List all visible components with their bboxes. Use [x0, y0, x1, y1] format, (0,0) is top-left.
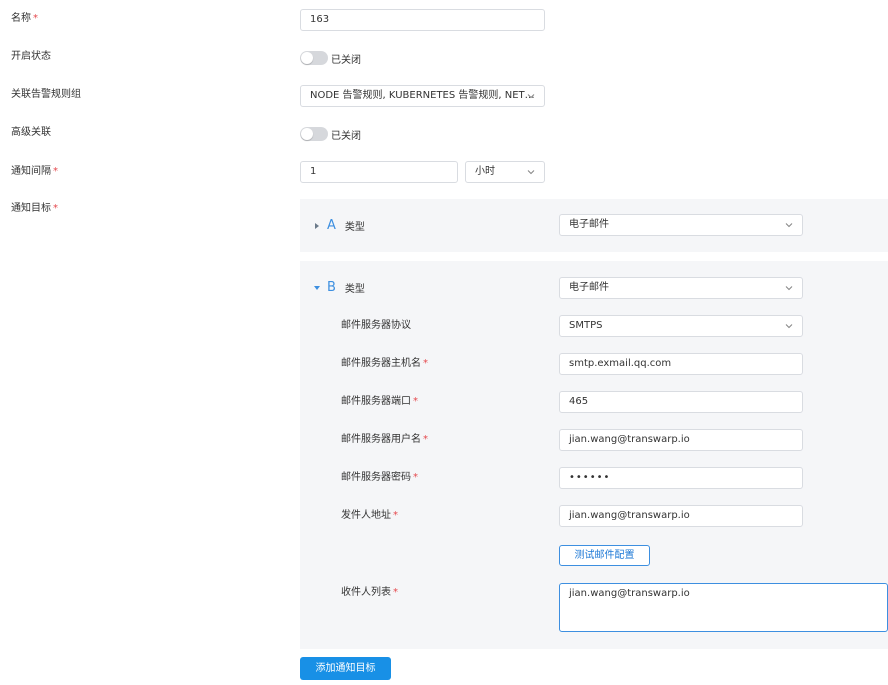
- targets-label: 通知目标 *: [11, 203, 58, 214]
- chevron-down-icon: [785, 223, 793, 228]
- host-input[interactable]: smtp.exmail.qq.com: [559, 353, 803, 375]
- toggle-switch[interactable]: [300, 127, 328, 141]
- name-input[interactable]: 163: [300, 9, 545, 31]
- enabled-label: 开启状态: [11, 51, 51, 62]
- chevron-down-icon: [785, 286, 793, 291]
- target-type-value: 电子邮件: [569, 282, 609, 293]
- required-mark: *: [423, 434, 428, 445]
- port-input[interactable]: 465: [559, 391, 803, 413]
- chevron-down-icon: [527, 94, 535, 99]
- required-mark: *: [393, 587, 398, 598]
- target-header-a[interactable]: A 类型: [313, 218, 365, 233]
- protocol-label: 邮件服务器协议: [341, 320, 411, 331]
- target-type-value: 电子邮件: [569, 219, 609, 230]
- interval-unit-value: 小时: [475, 166, 495, 177]
- toggle-switch[interactable]: [300, 51, 328, 65]
- advanced-state-text: 已关闭: [331, 130, 361, 142]
- protocol-select[interactable]: SMTPS: [559, 315, 803, 337]
- rule-group-value: NODE 告警规则, KUBERNETES 告警规则, NET…: [310, 90, 535, 101]
- port-label: 邮件服务器端口 *: [341, 396, 418, 407]
- required-mark: *: [33, 13, 38, 24]
- recipients-textarea[interactable]: jian.wang@transwarp.io: [559, 583, 888, 632]
- recipients-label: 收件人列表 *: [341, 587, 398, 598]
- required-mark: *: [423, 358, 428, 369]
- enabled-state-text: 已关闭: [331, 54, 361, 66]
- target-panel-b: B 类型 电子邮件 邮件服务器协议 SMTPS 邮件服务器主机名 * smtp.e…: [300, 261, 888, 649]
- target-panel-a: A 类型 电子邮件: [300, 199, 888, 252]
- caret-right-icon[interactable]: [313, 222, 321, 230]
- rule-group-select[interactable]: NODE 告警规则, KUBERNETES 告警规则, NET…: [300, 85, 545, 107]
- sender-label: 发件人地址 *: [341, 510, 398, 521]
- target-type-label: 类型: [344, 222, 365, 233]
- rule-group-label: 关联告警规则组: [11, 89, 81, 100]
- required-mark: *: [393, 510, 398, 521]
- name-label: 名称 *: [11, 13, 38, 24]
- interval-input[interactable]: 1: [300, 161, 458, 183]
- test-email-button[interactable]: 测试邮件配置: [559, 545, 650, 566]
- toggle-knob: [301, 128, 313, 140]
- required-mark: *: [53, 166, 58, 177]
- caret-down-icon[interactable]: [313, 284, 321, 292]
- host-label: 邮件服务器主机名 *: [341, 358, 428, 369]
- target-header-b[interactable]: B 类型: [313, 280, 365, 295]
- required-mark: *: [53, 203, 58, 214]
- username-input[interactable]: jian.wang@transwarp.io: [559, 429, 803, 451]
- chevron-down-icon: [527, 170, 535, 175]
- interval-unit-select[interactable]: 小时: [465, 161, 545, 183]
- chevron-down-icon: [785, 324, 793, 329]
- enabled-toggle[interactable]: 已关闭: [300, 50, 361, 66]
- target-type-select-b[interactable]: 电子邮件: [559, 277, 803, 299]
- protocol-value: SMTPS: [569, 320, 603, 331]
- toggle-knob: [301, 52, 313, 64]
- interval-label: 通知间隔 *: [11, 166, 58, 177]
- username-label: 邮件服务器用户名 *: [341, 434, 428, 445]
- required-mark: *: [413, 396, 418, 407]
- add-target-button[interactable]: 添加通知目标: [300, 657, 391, 680]
- target-type-select-a[interactable]: 电子邮件: [559, 214, 803, 236]
- advanced-label: 高级关联: [11, 127, 51, 138]
- required-mark: *: [413, 472, 418, 483]
- target-letter-b: B: [327, 280, 336, 295]
- target-type-label: 类型: [344, 284, 365, 295]
- target-letter-a: A: [327, 218, 336, 233]
- sender-input[interactable]: jian.wang@transwarp.io: [559, 505, 803, 527]
- password-input[interactable]: ••••••: [559, 467, 803, 489]
- password-label: 邮件服务器密码 *: [341, 472, 418, 483]
- advanced-toggle[interactable]: 已关闭: [300, 126, 361, 142]
